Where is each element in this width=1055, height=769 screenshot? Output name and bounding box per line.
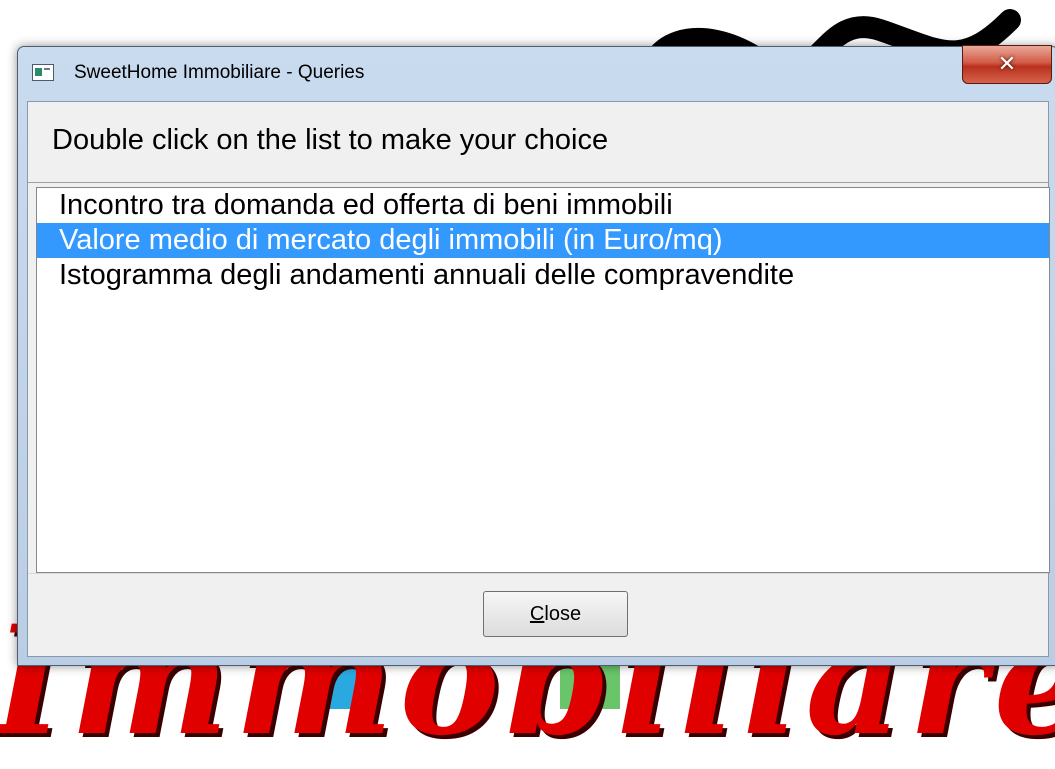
dialog-client-area: Double click on the list to make your ch… [27,101,1050,657]
instruction-label: Double click on the list to make your ch… [52,124,609,156]
window-title: SweetHome Immobiliare - Queries [74,62,365,83]
queries-dialog: SweetHome Immobiliare - Queries ✕ Double… [17,45,1055,666]
close-icon: ✕ [997,52,1017,77]
title-bar[interactable]: SweetHome Immobiliare - Queries ✕ [18,45,1055,97]
app-icon [32,64,54,81]
divider [28,182,1048,183]
close-button-mnemonic: C [529,602,545,625]
list-item[interactable]: Incontro tra domanda ed offerta di beni … [37,188,1049,223]
title-close-button[interactable]: ✕ [962,45,1052,84]
close-button-label: lose [544,602,582,625]
query-listbox[interactable]: Incontro tra domanda ed offerta di beni … [36,187,1050,573]
button-bar: Close [28,573,1048,656]
list-item[interactable]: Istogramma degli andamenti annuali delle… [37,258,1049,293]
list-item-selected[interactable]: Valore medio di mercato degli immobili (… [37,223,1049,258]
close-button[interactable]: Close [483,591,628,637]
